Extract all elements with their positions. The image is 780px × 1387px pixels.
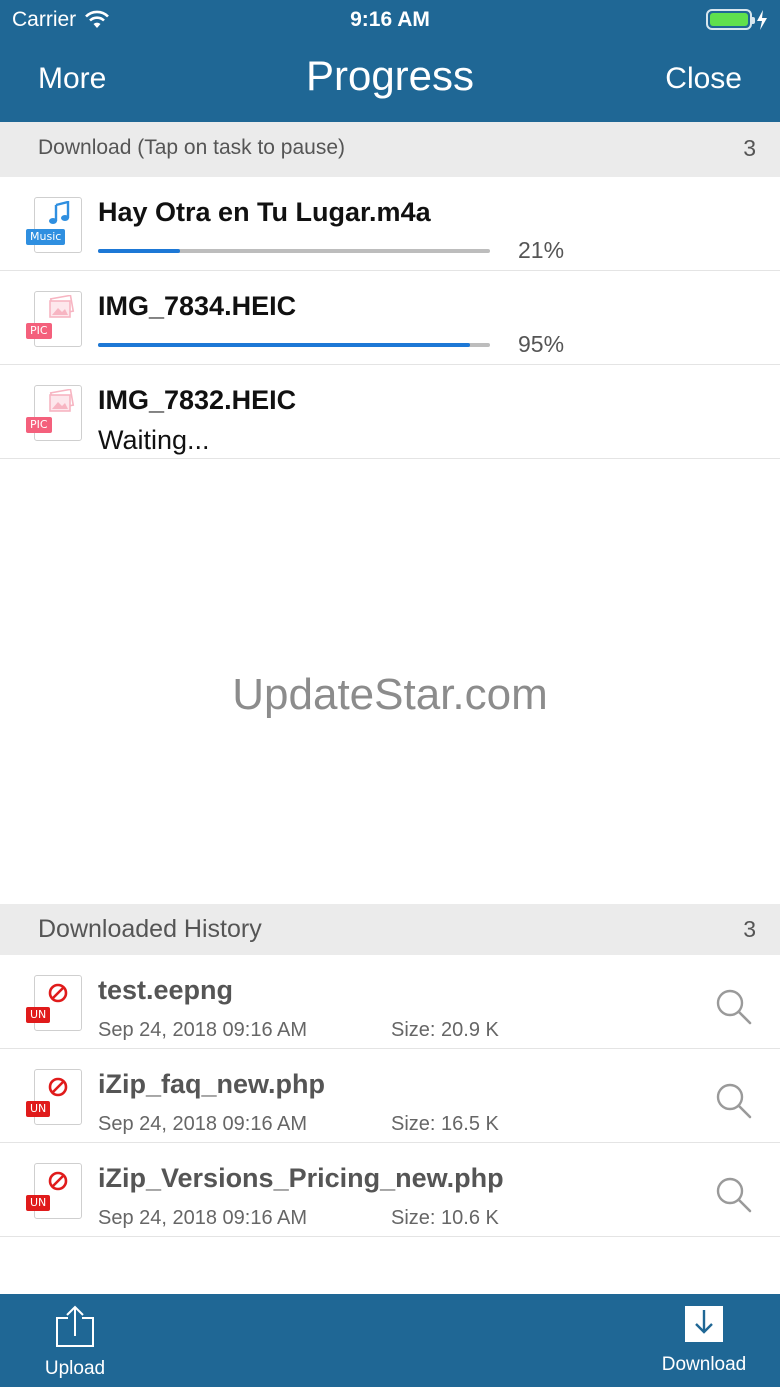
file-type-tag: UN [26, 1007, 51, 1023]
file-size: Size: 10.6 K [391, 1207, 499, 1229]
file-type-tag: Music [26, 229, 66, 245]
progress-bar [98, 343, 490, 347]
music-file-icon: Music [26, 195, 82, 255]
clock: 9:16 AM [350, 8, 430, 31]
download-label: Download [661, 1354, 747, 1375]
file-name: Hay Otra en Tu Lugar.m4a [98, 197, 431, 227]
music-note-icon [49, 201, 70, 224]
picture-file-icon: PIC [26, 383, 82, 443]
history-section-header: Downloaded History 3 [0, 904, 780, 955]
file-size: Size: 16.5 K [391, 1113, 499, 1135]
download-task-row[interactable]: PIC IMG_7834.HEIC 95% [0, 271, 780, 365]
file-date: Sep 24, 2018 09:16 AM [98, 1019, 308, 1041]
history-count: 3 [743, 916, 756, 942]
download-section-title: Download (Tap on task to pause) [38, 136, 346, 159]
search-icon[interactable] [714, 987, 754, 1027]
battery-indicator [706, 9, 768, 30]
prohibited-icon [48, 1171, 68, 1191]
picture-icon [49, 389, 75, 412]
file-date: Sep 24, 2018 09:16 AM [98, 1207, 308, 1229]
prohibited-icon [48, 1077, 68, 1097]
upload-label: Upload [44, 1358, 106, 1379]
picture-file-icon: PIC [26, 289, 82, 349]
navigation-bar: More Progress Close [0, 50, 780, 110]
download-count: 3 [743, 135, 756, 161]
progress-percent: 21% [518, 237, 565, 263]
charging-bolt-icon [757, 9, 767, 30]
file-name: test.eepng [98, 975, 234, 1005]
file-type-tag: PIC [26, 417, 52, 433]
file-name: IMG_7832.HEIC [98, 385, 297, 415]
progress-bar [98, 249, 490, 253]
picture-icon [49, 295, 75, 318]
file-type-tag: UN [26, 1101, 51, 1117]
watermark: UpdateStar.com [232, 670, 548, 719]
close-button[interactable]: Close [665, 62, 742, 96]
history-row[interactable]: UN iZip_faq_new.php Sep 24, 2018 09:16 A… [0, 1049, 780, 1143]
history-row[interactable]: UN test.eepng Sep 24, 2018 09:16 AM Size… [0, 955, 780, 1049]
history-row[interactable]: UN iZip_Versions_Pricing_new.php Sep 24,… [0, 1143, 780, 1237]
search-icon[interactable] [714, 1175, 754, 1215]
file-type-tag: UN [26, 1195, 51, 1211]
download-icon [685, 1306, 723, 1342]
progress-percent: 95% [518, 331, 565, 357]
battery-icon [706, 9, 755, 30]
download-task-row[interactable]: Music Hay Otra en Tu Lugar.m4a 21% [0, 177, 780, 271]
file-name: IMG_7834.HEIC [98, 291, 297, 321]
upload-icon [56, 1305, 94, 1347]
download-task-row[interactable]: PIC IMG_7832.HEIC Waiting... [0, 365, 780, 459]
bottom-toolbar: Upload Download [0, 1294, 780, 1387]
status-bar: Carrier 9:16 AM [0, 0, 780, 40]
unknown-file-icon: UN [26, 973, 82, 1033]
prohibited-icon [48, 983, 68, 1003]
history-section-title: Downloaded History [38, 915, 262, 943]
page-title: Progress [305, 52, 475, 99]
file-type-tag: PIC [26, 323, 52, 339]
task-status: Waiting... [98, 425, 210, 455]
unknown-file-icon: UN [26, 1067, 82, 1127]
download-section-header: Download (Tap on task to pause) 3 [0, 122, 780, 177]
download-button[interactable]: Download [656, 1304, 752, 1376]
unknown-file-icon: UN [26, 1161, 82, 1221]
file-size: Size: 20.9 K [391, 1019, 499, 1041]
file-name: iZip_Versions_Pricing_new.php [98, 1163, 504, 1193]
upload-button[interactable]: Upload [38, 1304, 112, 1380]
file-date: Sep 24, 2018 09:16 AM [98, 1113, 308, 1135]
top-bar: Carrier 9:16 AM More Progress Close [0, 0, 780, 122]
search-icon[interactable] [714, 1081, 754, 1121]
file-name: iZip_faq_new.php [98, 1069, 326, 1099]
